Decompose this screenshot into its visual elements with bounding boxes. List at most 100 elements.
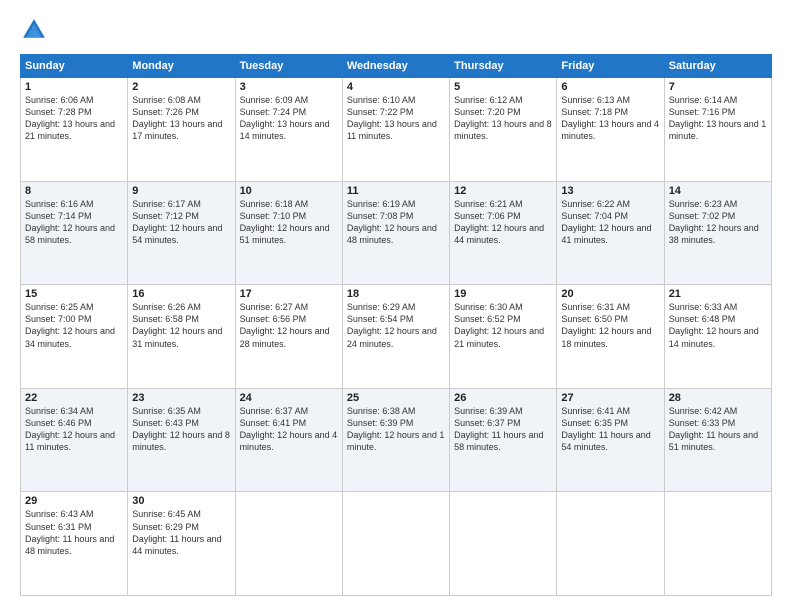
day-cell: 28Sunrise: 6:42 AMSunset: 6:33 PMDayligh… bbox=[664, 388, 771, 492]
day-cell: 30Sunrise: 6:45 AMSunset: 6:29 PMDayligh… bbox=[128, 492, 235, 596]
day-info: Sunrise: 6:38 AMSunset: 6:39 PMDaylight:… bbox=[347, 405, 445, 454]
day-number: 13 bbox=[561, 185, 659, 197]
header bbox=[20, 16, 772, 44]
day-number: 12 bbox=[454, 185, 552, 197]
day-number: 18 bbox=[347, 288, 445, 300]
day-cell: 15Sunrise: 6:25 AMSunset: 7:00 PMDayligh… bbox=[21, 285, 128, 389]
day-info: Sunrise: 6:08 AMSunset: 7:26 PMDaylight:… bbox=[132, 94, 230, 143]
day-info: Sunrise: 6:27 AMSunset: 6:56 PMDaylight:… bbox=[240, 301, 338, 350]
day-number: 17 bbox=[240, 288, 338, 300]
week-row-5: 29Sunrise: 6:43 AMSunset: 6:31 PMDayligh… bbox=[21, 492, 772, 596]
day-cell: 3Sunrise: 6:09 AMSunset: 7:24 PMDaylight… bbox=[235, 78, 342, 182]
day-info: Sunrise: 6:10 AMSunset: 7:22 PMDaylight:… bbox=[347, 94, 445, 143]
day-cell: 26Sunrise: 6:39 AMSunset: 6:37 PMDayligh… bbox=[450, 388, 557, 492]
day-number: 28 bbox=[669, 392, 767, 404]
day-info: Sunrise: 6:23 AMSunset: 7:02 PMDaylight:… bbox=[669, 198, 767, 247]
day-info: Sunrise: 6:25 AMSunset: 7:00 PMDaylight:… bbox=[25, 301, 123, 350]
day-cell: 11Sunrise: 6:19 AMSunset: 7:08 PMDayligh… bbox=[342, 181, 449, 285]
col-header-thursday: Thursday bbox=[450, 55, 557, 78]
day-number: 2 bbox=[132, 81, 230, 93]
day-cell: 8Sunrise: 6:16 AMSunset: 7:14 PMDaylight… bbox=[21, 181, 128, 285]
day-number: 7 bbox=[669, 81, 767, 93]
day-cell: 27Sunrise: 6:41 AMSunset: 6:35 PMDayligh… bbox=[557, 388, 664, 492]
day-number: 5 bbox=[454, 81, 552, 93]
col-header-friday: Friday bbox=[557, 55, 664, 78]
col-header-tuesday: Tuesday bbox=[235, 55, 342, 78]
day-number: 16 bbox=[132, 288, 230, 300]
day-number: 21 bbox=[669, 288, 767, 300]
day-info: Sunrise: 6:41 AMSunset: 6:35 PMDaylight:… bbox=[561, 405, 659, 454]
day-cell: 17Sunrise: 6:27 AMSunset: 6:56 PMDayligh… bbox=[235, 285, 342, 389]
header-row: SundayMondayTuesdayWednesdayThursdayFrid… bbox=[21, 55, 772, 78]
logo-icon bbox=[20, 16, 48, 44]
day-number: 24 bbox=[240, 392, 338, 404]
day-number: 22 bbox=[25, 392, 123, 404]
day-number: 1 bbox=[25, 81, 123, 93]
day-cell: 6Sunrise: 6:13 AMSunset: 7:18 PMDaylight… bbox=[557, 78, 664, 182]
day-cell: 10Sunrise: 6:18 AMSunset: 7:10 PMDayligh… bbox=[235, 181, 342, 285]
day-info: Sunrise: 6:12 AMSunset: 7:20 PMDaylight:… bbox=[454, 94, 552, 143]
day-number: 4 bbox=[347, 81, 445, 93]
day-info: Sunrise: 6:42 AMSunset: 6:33 PMDaylight:… bbox=[669, 405, 767, 454]
day-info: Sunrise: 6:22 AMSunset: 7:04 PMDaylight:… bbox=[561, 198, 659, 247]
day-info: Sunrise: 6:30 AMSunset: 6:52 PMDaylight:… bbox=[454, 301, 552, 350]
page: SundayMondayTuesdayWednesdayThursdayFrid… bbox=[0, 0, 792, 612]
day-cell: 22Sunrise: 6:34 AMSunset: 6:46 PMDayligh… bbox=[21, 388, 128, 492]
day-cell: 25Sunrise: 6:38 AMSunset: 6:39 PMDayligh… bbox=[342, 388, 449, 492]
day-info: Sunrise: 6:45 AMSunset: 6:29 PMDaylight:… bbox=[132, 508, 230, 557]
day-info: Sunrise: 6:09 AMSunset: 7:24 PMDaylight:… bbox=[240, 94, 338, 143]
col-header-monday: Monday bbox=[128, 55, 235, 78]
week-row-4: 22Sunrise: 6:34 AMSunset: 6:46 PMDayligh… bbox=[21, 388, 772, 492]
day-info: Sunrise: 6:06 AMSunset: 7:28 PMDaylight:… bbox=[25, 94, 123, 143]
day-info: Sunrise: 6:31 AMSunset: 6:50 PMDaylight:… bbox=[561, 301, 659, 350]
day-cell bbox=[664, 492, 771, 596]
day-cell: 24Sunrise: 6:37 AMSunset: 6:41 PMDayligh… bbox=[235, 388, 342, 492]
day-info: Sunrise: 6:14 AMSunset: 7:16 PMDaylight:… bbox=[669, 94, 767, 143]
day-number: 29 bbox=[25, 495, 123, 507]
day-cell: 16Sunrise: 6:26 AMSunset: 6:58 PMDayligh… bbox=[128, 285, 235, 389]
day-info: Sunrise: 6:43 AMSunset: 6:31 PMDaylight:… bbox=[25, 508, 123, 557]
day-number: 25 bbox=[347, 392, 445, 404]
day-number: 14 bbox=[669, 185, 767, 197]
day-info: Sunrise: 6:37 AMSunset: 6:41 PMDaylight:… bbox=[240, 405, 338, 454]
col-header-saturday: Saturday bbox=[664, 55, 771, 78]
day-cell: 21Sunrise: 6:33 AMSunset: 6:48 PMDayligh… bbox=[664, 285, 771, 389]
day-info: Sunrise: 6:18 AMSunset: 7:10 PMDaylight:… bbox=[240, 198, 338, 247]
day-cell: 4Sunrise: 6:10 AMSunset: 7:22 PMDaylight… bbox=[342, 78, 449, 182]
day-cell: 14Sunrise: 6:23 AMSunset: 7:02 PMDayligh… bbox=[664, 181, 771, 285]
logo bbox=[20, 16, 52, 44]
day-info: Sunrise: 6:29 AMSunset: 6:54 PMDaylight:… bbox=[347, 301, 445, 350]
calendar-table: SundayMondayTuesdayWednesdayThursdayFrid… bbox=[20, 54, 772, 596]
day-cell: 13Sunrise: 6:22 AMSunset: 7:04 PMDayligh… bbox=[557, 181, 664, 285]
week-row-3: 15Sunrise: 6:25 AMSunset: 7:00 PMDayligh… bbox=[21, 285, 772, 389]
week-row-1: 1Sunrise: 6:06 AMSunset: 7:28 PMDaylight… bbox=[21, 78, 772, 182]
day-number: 26 bbox=[454, 392, 552, 404]
day-info: Sunrise: 6:17 AMSunset: 7:12 PMDaylight:… bbox=[132, 198, 230, 247]
day-info: Sunrise: 6:13 AMSunset: 7:18 PMDaylight:… bbox=[561, 94, 659, 143]
day-cell: 19Sunrise: 6:30 AMSunset: 6:52 PMDayligh… bbox=[450, 285, 557, 389]
day-cell: 5Sunrise: 6:12 AMSunset: 7:20 PMDaylight… bbox=[450, 78, 557, 182]
col-header-sunday: Sunday bbox=[21, 55, 128, 78]
day-number: 20 bbox=[561, 288, 659, 300]
day-cell: 2Sunrise: 6:08 AMSunset: 7:26 PMDaylight… bbox=[128, 78, 235, 182]
day-number: 11 bbox=[347, 185, 445, 197]
day-number: 3 bbox=[240, 81, 338, 93]
day-info: Sunrise: 6:21 AMSunset: 7:06 PMDaylight:… bbox=[454, 198, 552, 247]
day-info: Sunrise: 6:35 AMSunset: 6:43 PMDaylight:… bbox=[132, 405, 230, 454]
day-number: 15 bbox=[25, 288, 123, 300]
week-row-2: 8Sunrise: 6:16 AMSunset: 7:14 PMDaylight… bbox=[21, 181, 772, 285]
day-cell: 18Sunrise: 6:29 AMSunset: 6:54 PMDayligh… bbox=[342, 285, 449, 389]
day-info: Sunrise: 6:34 AMSunset: 6:46 PMDaylight:… bbox=[25, 405, 123, 454]
day-cell: 29Sunrise: 6:43 AMSunset: 6:31 PMDayligh… bbox=[21, 492, 128, 596]
day-info: Sunrise: 6:33 AMSunset: 6:48 PMDaylight:… bbox=[669, 301, 767, 350]
day-info: Sunrise: 6:39 AMSunset: 6:37 PMDaylight:… bbox=[454, 405, 552, 454]
day-cell: 7Sunrise: 6:14 AMSunset: 7:16 PMDaylight… bbox=[664, 78, 771, 182]
day-number: 8 bbox=[25, 185, 123, 197]
day-cell: 1Sunrise: 6:06 AMSunset: 7:28 PMDaylight… bbox=[21, 78, 128, 182]
day-number: 23 bbox=[132, 392, 230, 404]
day-cell: 9Sunrise: 6:17 AMSunset: 7:12 PMDaylight… bbox=[128, 181, 235, 285]
day-info: Sunrise: 6:16 AMSunset: 7:14 PMDaylight:… bbox=[25, 198, 123, 247]
day-number: 27 bbox=[561, 392, 659, 404]
day-number: 6 bbox=[561, 81, 659, 93]
day-cell bbox=[450, 492, 557, 596]
